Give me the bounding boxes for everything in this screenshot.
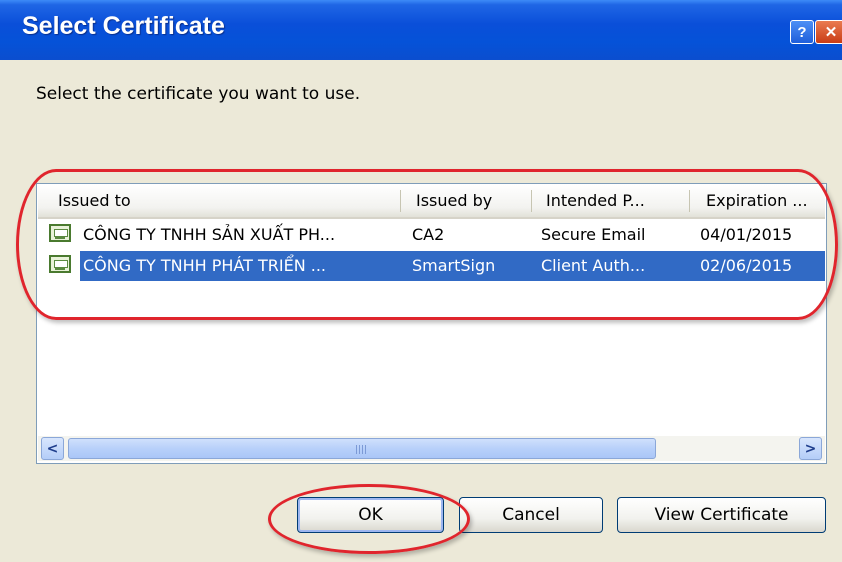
scrollbar-thumb[interactable] — [68, 438, 656, 459]
view-certificate-button[interactable]: View Certificate — [617, 497, 826, 533]
cancel-button[interactable]: Cancel — [459, 497, 603, 533]
horizontal-scrollbar[interactable]: < > — [38, 436, 825, 461]
dialog-title: Select Certificate — [22, 12, 225, 40]
scroll-left-button[interactable]: < — [41, 437, 64, 460]
highlight-annotation-ok — [268, 484, 470, 554]
instruction-text: Select the certificate you want to use. — [36, 84, 361, 104]
help-button[interactable]: ? — [790, 20, 814, 44]
scrollbar-grip-icon — [356, 445, 368, 454]
close-button[interactable]: ✕ — [815, 20, 842, 44]
scroll-right-button[interactable]: > — [799, 437, 822, 460]
highlight-annotation-list — [16, 169, 838, 320]
title-bar[interactable]: Select Certificate ? ✕ — [0, 0, 842, 60]
select-certificate-dialog: Select Certificate ? ✕ Select the certif… — [0, 0, 842, 562]
